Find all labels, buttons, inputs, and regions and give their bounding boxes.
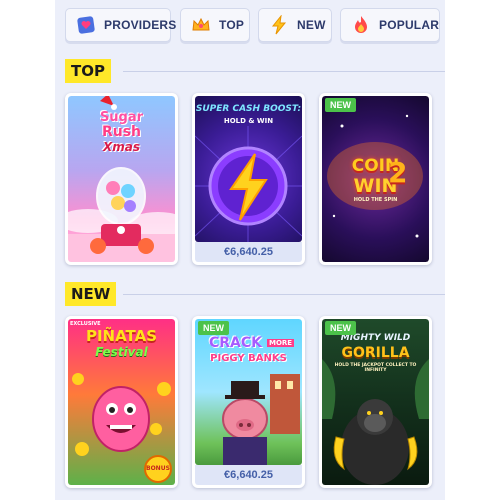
game-thumbnail: Sugar Rush Xmas [68, 96, 175, 262]
game-bonus-label: BONUS [146, 465, 170, 472]
game-title-line: Sugar [99, 110, 144, 125]
game-title-line: Xmas [103, 140, 140, 154]
game-title-line: COIN [351, 156, 400, 176]
jackpot-amount: €6,640.25 [195, 465, 302, 485]
game-card-mighty-wild-gorilla[interactable]: NEW MIGHTY WILD GORILLA HOLD THE JACKPOT… [319, 316, 432, 488]
tab-top[interactable]: TOP [180, 8, 250, 42]
section-title-top: TOP [65, 59, 111, 83]
game-card-sugar-rush-xmas[interactable]: Sugar Rush Xmas [65, 93, 178, 265]
game-title-line: HOLD & WIN [223, 117, 274, 125]
tab-label: PROVIDERS [104, 18, 177, 32]
divider [123, 294, 445, 295]
tab-label: POPULAR [379, 18, 440, 32]
jackpot-amount: €6,640.25 [195, 242, 302, 262]
game-title-number: 2 [388, 156, 408, 189]
game-thumbnail: COIN WIN 2 HOLD THE SPIN [322, 96, 429, 262]
game-thumbnail: CRACK MORE PIGGY BANKS [195, 319, 302, 465]
new-badge: NEW [325, 98, 356, 112]
new-badge: NEW [325, 321, 356, 335]
game-title-line: CRACK [209, 335, 263, 351]
tab-providers[interactable]: PROVIDERS [65, 8, 176, 42]
game-card-super-cash-boost[interactable]: SUPER CASH BOOST: HOLD & WIN €6,640.25 [192, 93, 305, 265]
game-tagline: HOLD THE JACKPOT COLLECT TO INFINITY [334, 363, 417, 373]
game-lobby-panel: PROVIDERS TOP NEW POPULAR TOP Sugar Rush… [55, 0, 445, 500]
game-card-crack-more-piggy-banks[interactable]: NEW CRACK MORE PIGGY BANKS €6,640.25 [192, 316, 305, 488]
new-badge: NEW [198, 321, 229, 335]
game-tagline: HOLD THE SPIN [353, 197, 398, 203]
game-title-line: Rush [101, 124, 142, 140]
game-thumbnail: EXCLUSIVE PIÑATAS Festival BONUS [68, 319, 175, 485]
lightning-icon [269, 14, 289, 35]
game-title-line: PIÑATAS [85, 327, 158, 345]
game-title-line: MORE [267, 339, 295, 347]
divider [123, 71, 445, 72]
game-card-pinatas-festival[interactable]: EXCLUSIVE PIÑATAS Festival BONUS [65, 316, 178, 488]
flame-icon [351, 15, 371, 35]
game-card-coin-win-2[interactable]: NEW COIN WIN 2 HOLD THE SPIN [319, 93, 432, 265]
game-title-line: Festival [95, 345, 148, 359]
game-title-line: SUPER CASH BOOST: [195, 104, 302, 114]
tab-popular[interactable]: POPULAR [340, 8, 440, 42]
tab-label: TOP [219, 18, 245, 32]
game-title-line: WIN [353, 175, 398, 197]
game-title-line: GORILLA [341, 345, 410, 361]
category-tabs: PROVIDERS TOP NEW POPULAR [65, 8, 445, 42]
providers-heart-icon [76, 15, 96, 35]
game-title-line: PIGGY BANKS [210, 353, 287, 364]
game-thumbnail: SUPER CASH BOOST: HOLD & WIN [195, 96, 302, 242]
section-title-new: NEW [65, 282, 117, 306]
crown-icon [191, 15, 211, 35]
tab-label: NEW [297, 18, 326, 32]
game-thumbnail: MIGHTY WILD GORILLA HOLD THE JACKPOT COL… [322, 319, 429, 485]
tab-new[interactable]: NEW [258, 8, 332, 42]
